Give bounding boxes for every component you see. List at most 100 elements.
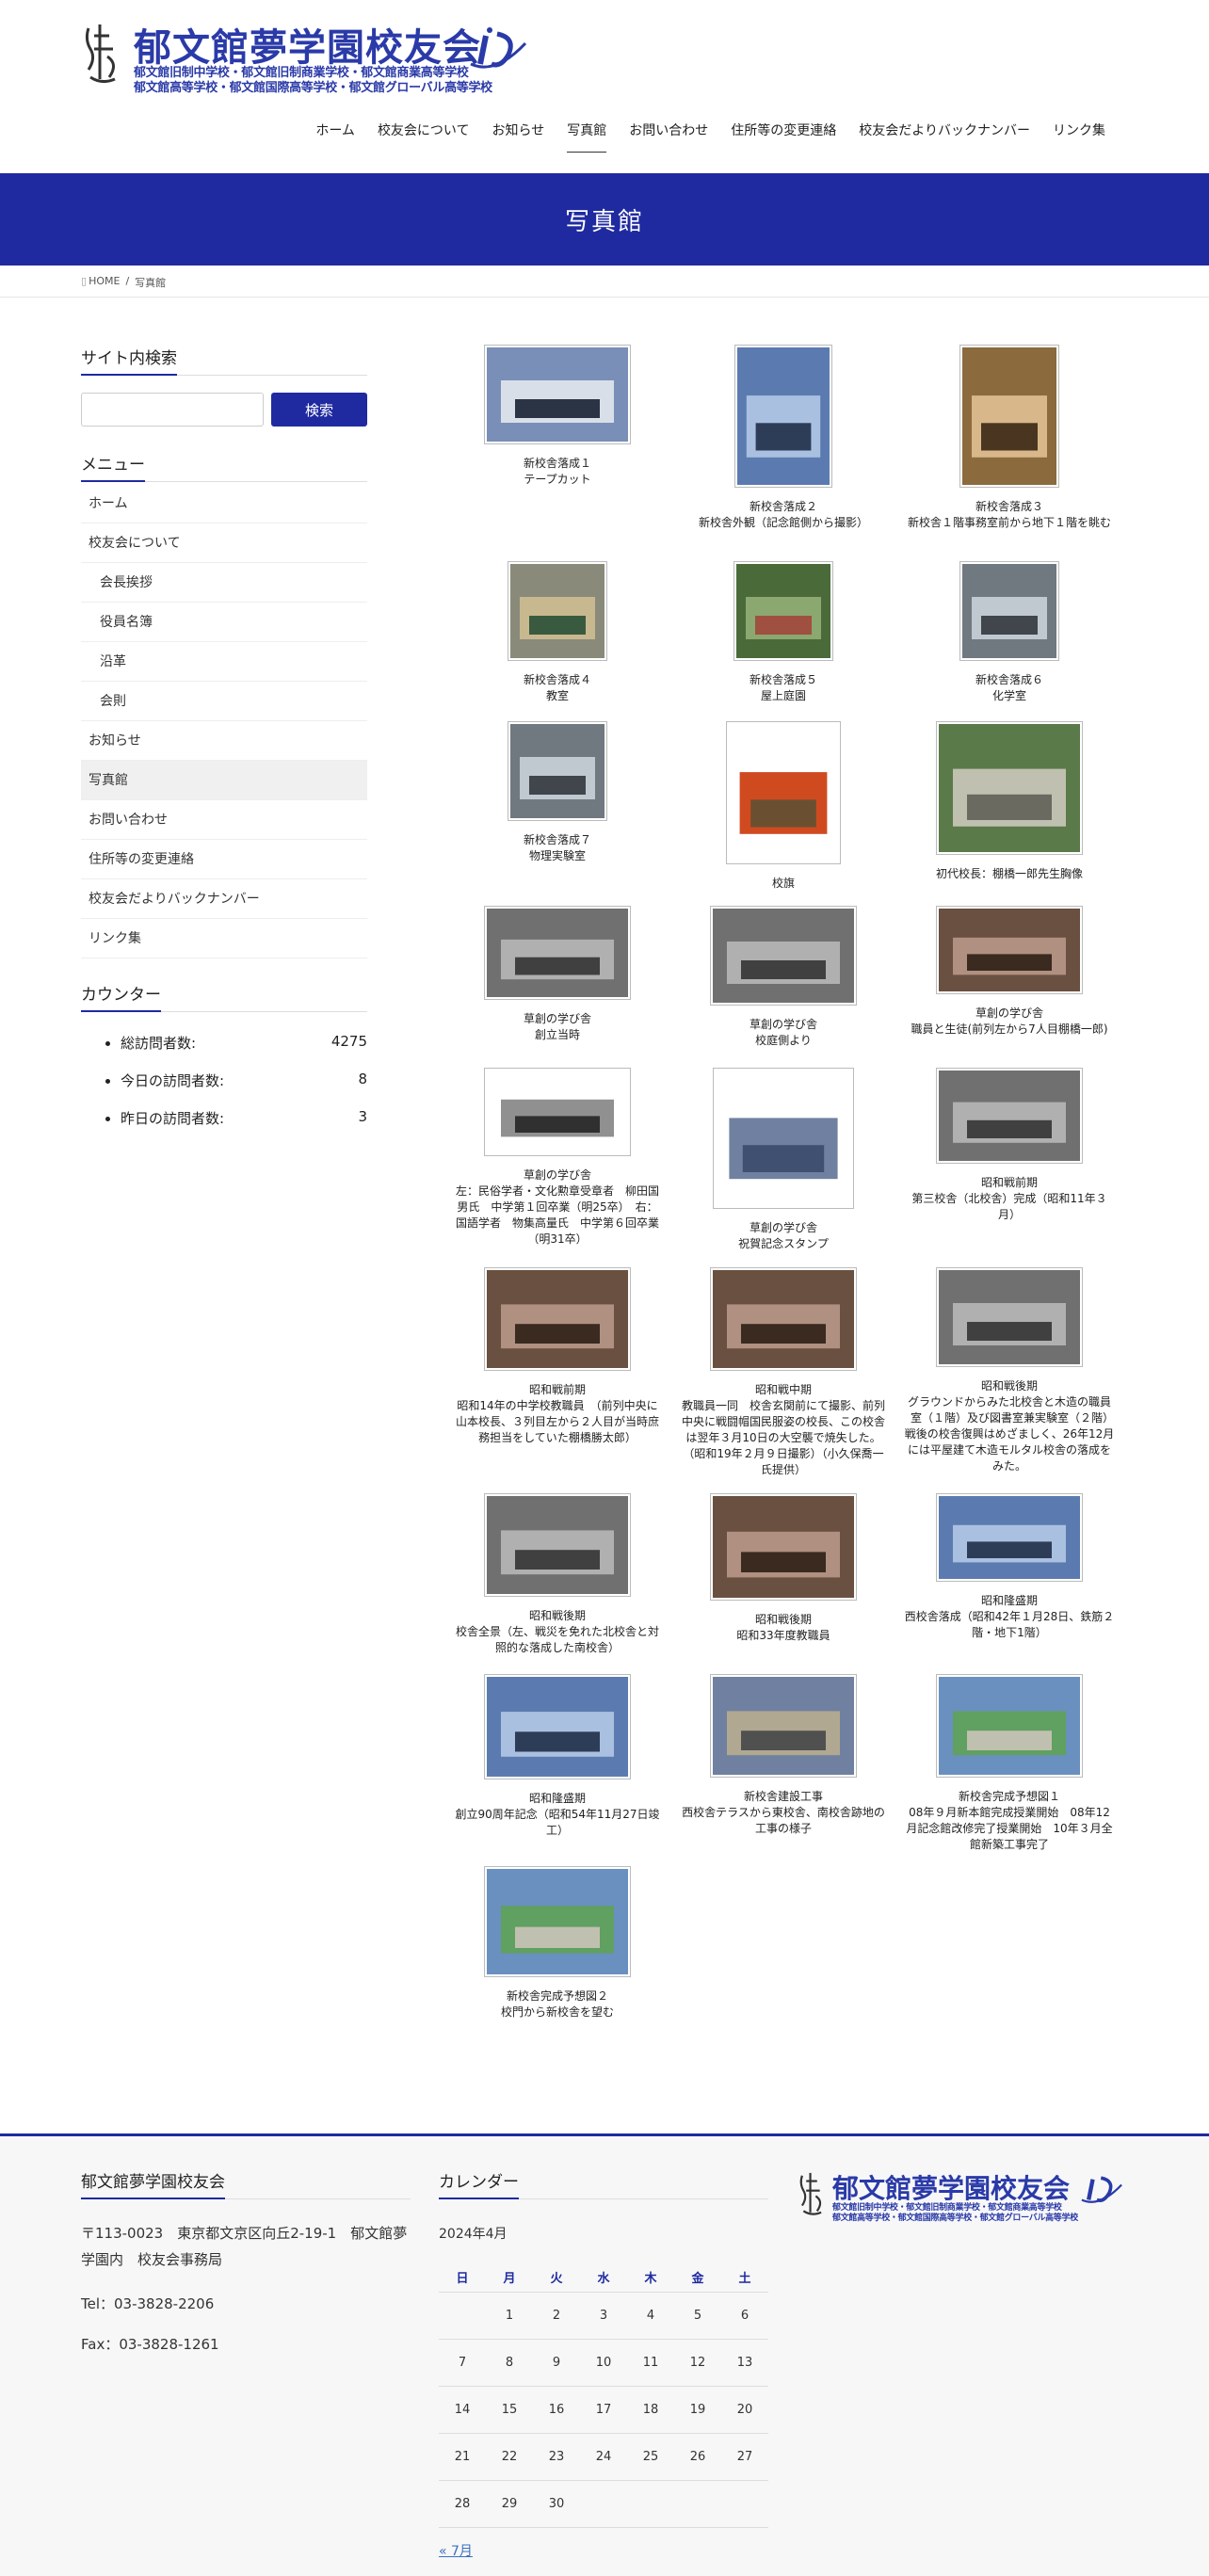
lab-photo-icon[interactable] <box>959 561 1059 661</box>
rendering-photo-icon[interactable] <box>936 1674 1083 1778</box>
main-nav: ホーム 校友会について お知らせ 写真館 お問い合わせ 住所等の変更連絡 校友会だよりバック… <box>304 117 1117 156</box>
gallery-caption: 新校舎落成２ 新校舎外観（記念館側から撮影） <box>670 499 896 531</box>
old-building-photo-icon[interactable] <box>484 1493 631 1597</box>
caption-title: 草創の学び舎 <box>523 1012 591 1025</box>
building-photo-icon[interactable] <box>936 1493 1083 1582</box>
old-building-photo-icon[interactable] <box>936 1068 1083 1164</box>
calendar-weekday: 火 <box>533 2263 580 2293</box>
gallery-item[interactable]: 昭和戦前期 昭和14年の中学校教職員 （前列中央に山本校長、３列目左から２人目が当… <box>444 1267 670 1446</box>
sidebar-menu-item-9[interactable]: 住所等の変更連絡 <box>81 840 367 879</box>
bust-photo-icon[interactable] <box>936 721 1083 855</box>
gallery-item[interactable]: 草創の学び舎 左：民俗学者・文化勲章受章者 柳田国男氏 中学第１回卒業（明25卒）… <box>444 1068 670 1248</box>
old-building-photo-icon[interactable] <box>936 1267 1083 1367</box>
caption-title: 昭和戦後期 <box>528 1609 586 1622</box>
gallery-item[interactable]: 草創の学び舎 校庭側より <box>670 906 896 1049</box>
sidebar-menu-item-6[interactable]: お知らせ <box>81 721 367 761</box>
group-photo-icon[interactable] <box>484 1267 631 1371</box>
sidebar-menu-item-10[interactable]: 校友会だよりバックナンバー <box>81 879 367 919</box>
portraits-photo-icon[interactable] <box>484 1068 631 1156</box>
calendar-day: 11 <box>627 2339 674 2387</box>
building-photo-icon[interactable] <box>484 1674 631 1779</box>
caption-title: 新校舎完成予想図２ <box>506 1989 608 2003</box>
sidebar-menu-item-8[interactable]: お問い合わせ <box>81 800 367 840</box>
group-photo-icon[interactable] <box>936 906 1083 994</box>
gallery-item[interactable]: 新校舎落成５ 屋上庭園 <box>670 561 896 704</box>
nav-item-1[interactable]: 校友会について <box>366 117 481 156</box>
nav-item-7[interactable]: リンク集 <box>1041 117 1117 156</box>
caption-description: グラウンドからみた北校舎と木造の職員室（１階）及び図書室兼実験室（２階） 戦後の… <box>904 1395 1120 1473</box>
gallery-item[interactable]: 新校舎完成予想図１ 08年９月新本館完成授業開始 08年12月記念館改修完了授業開… <box>896 1674 1122 1853</box>
gallery-item[interactable]: 昭和戦中期 教職員一同 校舎玄関前にて撮影、前列中央に戦闘帽国民服姿の校長、この校… <box>670 1267 896 1478</box>
group-photo-icon[interactable] <box>710 1493 857 1601</box>
old-building-photo-icon[interactable] <box>484 906 631 1000</box>
footer-address: 〒113-0023 東京都文京区向丘2-19-1 郁文館夢学園内 校友会事務局 <box>81 2225 408 2268</box>
gallery-item[interactable]: 草創の学び舎 職員と生徒(前列左から7人目棚橋一郎) <box>896 906 1122 1038</box>
gallery-item[interactable]: 初代校長：棚橋一郎先生胸像 <box>896 721 1122 882</box>
gallery-item[interactable]: 新校舎建設工事 西校舎テラスから東校舎、南校舎跡地の工事の様子 <box>670 1674 896 1837</box>
gallery-item[interactable]: 昭和戦後期 昭和33年度教職員 <box>670 1493 896 1644</box>
gallery-item[interactable]: 新校舎落成３ 新校舎１階事務室前から地下１階を眺む <box>896 345 1122 531</box>
construction-photo-icon[interactable] <box>710 1674 857 1778</box>
calendar-day: 29 <box>486 2480 533 2528</box>
calendar-heading: カレンダー <box>439 2168 768 2199</box>
sidebar-menu-item-2[interactable]: 会長挨拶 <box>81 563 367 603</box>
nav-item-5[interactable]: 住所等の変更連絡 <box>719 117 847 156</box>
calendar-day: 26 <box>674 2433 721 2481</box>
gallery-item[interactable]: 草創の学び舎 祝賀記念スタンプ <box>670 1068 896 1252</box>
garden-photo-icon[interactable] <box>733 561 833 661</box>
gallery-item[interactable]: 昭和戦後期 校舎全景（左、戦災を免れた北校舎と対照的な落成した南校舎） <box>444 1493 670 1656</box>
caption-title: 昭和戦前期 <box>528 1383 586 1396</box>
gallery-item[interactable]: 新校舎落成１ テープカット <box>444 345 670 488</box>
gallery-item[interactable]: 昭和隆盛期 創立90周年記念（昭和54年11月27日竣工） <box>444 1674 670 1839</box>
ceremony-photo-icon[interactable] <box>484 345 631 444</box>
atrium-photo-icon[interactable] <box>959 345 1059 488</box>
sidebar-menu-item-3[interactable]: 役員名簿 <box>81 603 367 642</box>
nav-item-4[interactable]: お問い合わせ <box>618 117 719 156</box>
stamp-photo-icon[interactable] <box>713 1068 854 1209</box>
gallery-item[interactable]: 新校舎落成４ 教室 <box>444 561 670 704</box>
sidebar-menu-item-5[interactable]: 会則 <box>81 682 367 721</box>
old-building-photo-icon[interactable] <box>710 906 857 1006</box>
lab-photo-icon[interactable] <box>508 721 607 821</box>
gallery-item[interactable]: 校旗 <box>670 721 896 892</box>
group-photo-icon[interactable] <box>710 1267 857 1371</box>
sidebar-menu-item-1[interactable]: 校友会について <box>81 523 367 563</box>
building-photo-icon[interactable] <box>734 345 832 488</box>
logo-mark-icon <box>1081 2176 1122 2203</box>
gallery-item[interactable]: 昭和隆盛期 西校舎落成（昭和42年１月28日、鉄筋２階・地下1階） <box>896 1493 1122 1641</box>
gallery-item[interactable]: 昭和戦後期 グラウンドからみた北校舎と木造の職員室（１階）及び図書室兼実験室（２階… <box>896 1267 1122 1474</box>
gallery-item[interactable]: 昭和戦前期 第三校舎（北校舎）完成（昭和11年３月） <box>896 1068 1122 1223</box>
gallery-item[interactable]: 草創の学び舎 創立当時 <box>444 906 670 1043</box>
menu-heading-label: メニュー <box>81 451 145 482</box>
logo-mark-icon <box>470 27 527 69</box>
gallery-caption: 草創の学び舎 校庭側より <box>670 1017 896 1049</box>
calendar-day: 6 <box>721 2292 768 2340</box>
nav-item-2[interactable]: お知らせ <box>481 117 556 156</box>
gallery-item[interactable]: 新校舎落成２ 新校舎外観（記念館側から撮影） <box>670 345 896 531</box>
nav-item-0[interactable]: ホーム <box>304 117 366 156</box>
counter-heading-label: カウンター <box>81 981 161 1012</box>
gallery-item[interactable]: 新校舎落成７ 物理実験室 <box>444 721 670 864</box>
rendering-photo-icon[interactable] <box>484 1866 631 1977</box>
footer-logo[interactable]: 郁文館夢学園校友会 郁文館旧制中学校・郁文館旧制商業学校・郁文館商業高等学校 郁… <box>797 2168 1136 2225</box>
sidebar-menu-item-11[interactable]: リンク集 <box>81 919 367 958</box>
sidebar-menu-item-4[interactable]: 沿革 <box>81 642 367 682</box>
calendar-prev-link[interactable]: « 7月 <box>439 2541 768 2560</box>
sidebar-menu-item-7[interactable]: 写真館 <box>81 761 367 800</box>
sidebar-menu-item-0[interactable]: ホーム <box>81 484 367 523</box>
breadcrumb-home[interactable]: ▯ HOME <box>81 275 120 290</box>
flag-photo-icon[interactable] <box>726 721 841 864</box>
home-icon: ▯ <box>81 275 88 287</box>
classroom-photo-icon[interactable] <box>508 561 607 661</box>
search-button[interactable]: 検索 <box>271 393 367 427</box>
search-input[interactable] <box>81 393 264 427</box>
calendar-weekday: 水 <box>580 2263 627 2293</box>
caption-title: 昭和戦後期 <box>754 1613 812 1626</box>
gallery-item[interactable]: 新校舎完成予想図２ 校門から新校舎を望む <box>444 1866 670 2021</box>
site-logo[interactable]: 郁文館夢学園校友会 郁文館旧制中学校・郁文館旧制商業学校・郁文館商業高等学校 郁… <box>81 19 533 95</box>
nav-item-3[interactable]: 写真館 <box>556 117 618 156</box>
nav-item-6[interactable]: 校友会だよりバックナンバー <box>847 117 1041 156</box>
gallery-item[interactable]: 新校舎落成６ 化学室 <box>896 561 1122 704</box>
caption-description: 創立当時 <box>534 1028 580 1041</box>
calendar-table: 日月火水木金土 1 2 3 4 5 6 7 8 9 10 11 12 13 14 15 16 17 18 19 20 21… <box>439 2263 768 2528</box>
